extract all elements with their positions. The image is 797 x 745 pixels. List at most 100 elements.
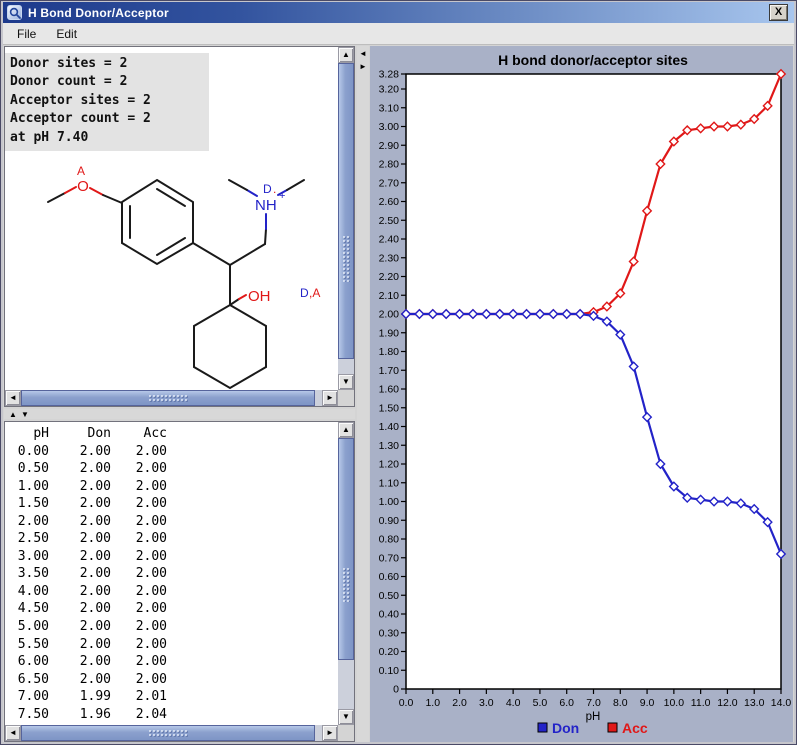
y-tick-label: 2.70 [379,177,400,189]
table-cell: 2.00 [49,636,111,654]
horizontal-split-divider[interactable]: ▲ ▼ [4,409,355,419]
menu-edit[interactable]: Edit [46,24,87,44]
chart-canvas: H bond donor/acceptor sites00.100.200.30… [370,46,793,742]
table-cell: 2.00 [111,443,167,461]
scrollbar-corner [338,390,354,406]
scroll-up-icon[interactable]: ▲ [338,422,354,438]
x-tick-label: 5.0 [533,697,548,709]
molecule-vscroll-thumb[interactable] [338,63,354,359]
split-collapse-left-icon[interactable]: ◄ [359,49,367,59]
table-cell: 2.00 [49,618,111,636]
x-tick-label: 8.0 [613,697,628,709]
y-tick-label: 0.30 [379,627,400,639]
scroll-left-icon[interactable]: ◄ [5,390,21,406]
molecule-horizontal-scrollbar[interactable]: ◄ ► [5,390,338,406]
menu-file[interactable]: File [7,24,46,44]
table-vertical-scrollbar[interactable]: ▲ ▼ [338,422,354,725]
table-cell: 2.00 [111,478,167,496]
y-tick-label: 0.40 [379,609,400,621]
y-tick-label: 1.40 [379,421,400,433]
y-tick-label: 0.10 [379,665,400,677]
table-cell: 4.50 [5,600,49,618]
table-cell: 0.00 [5,443,49,461]
table-horizontal-scrollbar[interactable]: ◄ ► [5,725,338,741]
title-bar[interactable]: H Bond Donor/Acceptor X [3,2,794,23]
y-tick-label: 0.50 [379,590,400,602]
table-cell: 2.00 [49,478,111,496]
table-cell: 7.00 [5,688,49,706]
window-title: H Bond Donor/Acceptor [28,6,169,20]
y-tick-label: 1.10 [379,477,400,489]
chart-panel: H bond donor/acceptor sites00.100.200.30… [370,46,793,742]
molecule-vertical-scrollbar[interactable]: ▲ ▼ [338,47,354,390]
table-hscroll-thumb[interactable] [21,725,315,741]
table-cell: 2.04 [111,706,167,724]
hydroxyl-donor-label: D [300,286,309,300]
y-tick-label: 2.30 [379,252,400,264]
table-cell: 2.00 [5,513,49,531]
table-cell: Don [49,425,111,443]
y-tick-label: 2.60 [379,196,400,208]
x-tick-label: 1.0 [425,697,440,709]
table-row: 4.502.002.00 [5,600,338,618]
table-row: 5.502.002.00 [5,636,338,654]
amine-group: NH [255,197,277,214]
table-cell: 3.50 [5,565,49,583]
y-tick-label: 0.20 [379,646,400,658]
y-tick-label: 1.60 [379,384,400,396]
vertical-split-divider[interactable]: ◄ ► [357,46,369,742]
table-cell: 2.00 [111,671,167,689]
x-tick-label: 11.0 [691,697,711,709]
table-cell: 6.00 [5,653,49,671]
y-tick-label: 1.90 [379,327,400,339]
table-cell: 2.00 [49,600,111,618]
amine-charge: + [279,190,285,202]
table-cell: Acc [111,425,167,443]
y-tick-label: 0.80 [379,534,400,546]
y-tick-label: 1.50 [379,402,400,414]
table-cell: 4.00 [5,583,49,601]
scroll-right-icon[interactable]: ► [322,390,338,406]
y-tick-label: 3.10 [379,102,400,114]
table-cell: pH [5,425,49,443]
table-scrollpane: pHDonAcc0.002.002.000.502.002.001.002.00… [4,421,355,742]
table-cell: 1.00 [5,478,49,496]
split-collapse-down-icon[interactable]: ▼ [21,410,29,420]
molecule-hscroll-thumb[interactable] [21,390,315,406]
table-cell: 2.01 [111,688,167,706]
table-row: 0.502.002.00 [5,460,338,478]
table-cell: 2.00 [49,548,111,566]
site-count-info: Donor sites = 2Donor count = 2Acceptor s… [5,53,209,151]
table-cell: 0.50 [5,460,49,478]
hydroxyl-group: OH [248,288,271,305]
split-collapse-right-icon[interactable]: ► [359,62,367,72]
table-cell: 2.00 [111,495,167,513]
scroll-right-icon[interactable]: ► [322,725,338,741]
y-tick-label: 1.00 [379,496,400,508]
y-tick-label: 2.50 [379,215,400,227]
scrollbar-corner [338,725,354,741]
table-row: 4.002.002.00 [5,583,338,601]
x-tick-label: 10.0 [664,697,685,709]
scroll-down-icon[interactable]: ▼ [338,709,354,725]
legend-swatch-don [538,723,547,732]
app-window: H Bond Donor/Acceptor X File Edit [0,0,797,745]
methoxy-acceptor-label: A [77,164,85,178]
scroll-down-icon[interactable]: ▼ [338,374,354,390]
table-row: 0.002.002.00 [5,443,338,461]
split-collapse-up-icon[interactable]: ▲ [9,410,17,420]
y-tick-label: 0.90 [379,515,400,527]
chart-title: H bond donor/acceptor sites [498,52,688,68]
legend-swatch-acc [608,723,617,732]
table-cell: 5.00 [5,618,49,636]
x-axis-label: pH [586,711,601,723]
amine-donor-label-dot: . [273,182,276,196]
y-tick-label: 3.28 [379,69,400,81]
table-vscroll-thumb[interactable] [338,438,354,660]
scroll-up-icon[interactable]: ▲ [338,47,354,63]
table-row: 3.002.002.00 [5,548,338,566]
legend-label-don: Don [552,720,579,736]
info-line: Acceptor sites = 2 [10,92,205,110]
close-button[interactable]: X [769,4,788,21]
scroll-left-icon[interactable]: ◄ [5,725,21,741]
